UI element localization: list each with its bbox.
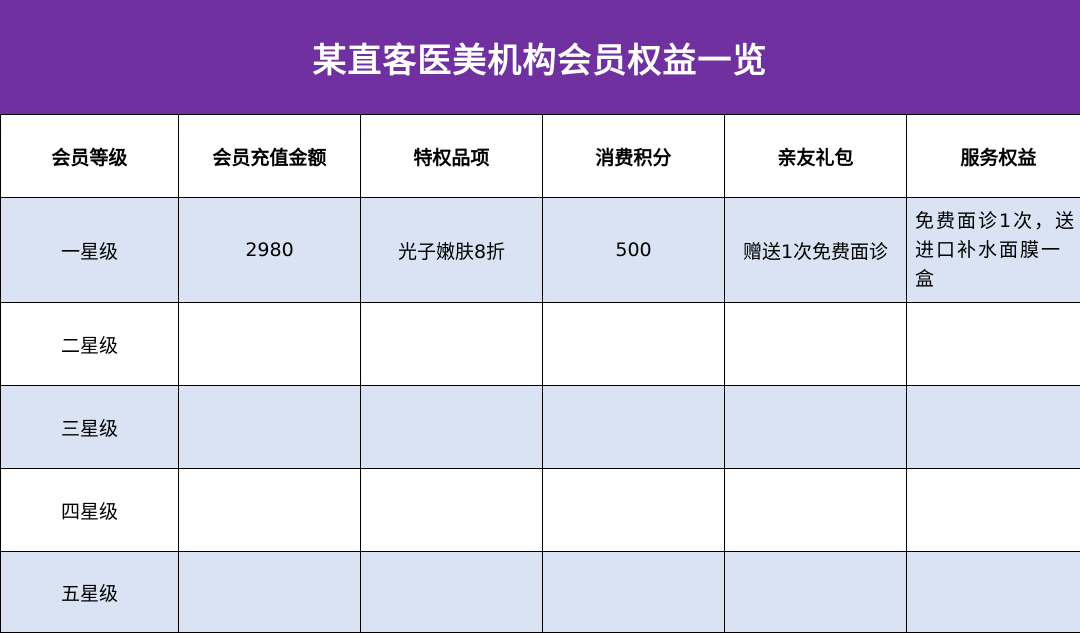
cell-service-benefits xyxy=(907,303,1080,386)
cell-privilege-items: 光子嫩肤8折 xyxy=(361,198,543,303)
cell-level: 三星级 xyxy=(1,386,179,469)
cell-friends-gift xyxy=(725,552,907,633)
cell-friends-gift xyxy=(725,469,907,552)
cell-privilege-items xyxy=(361,469,543,552)
header-recharge-amount: 会员充值金额 xyxy=(179,115,361,198)
cell-service-benefits xyxy=(907,386,1080,469)
cell-privilege-items xyxy=(361,303,543,386)
cell-level: 一星级 xyxy=(1,198,179,303)
header-level: 会员等级 xyxy=(1,115,179,198)
table-row: 四星级 xyxy=(1,469,1080,552)
cell-friends-gift xyxy=(725,303,907,386)
table-row: 一星级 2980 光子嫩肤8折 500 赠送1次免费面诊 免费面诊1次，送进口补… xyxy=(1,198,1080,303)
page-title: 某直客医美机构会员权益一览 xyxy=(313,33,768,82)
cell-recharge-amount xyxy=(179,303,361,386)
cell-service-benefits xyxy=(907,469,1080,552)
cell-recharge-amount xyxy=(179,552,361,633)
table-row: 二星级 xyxy=(1,303,1080,386)
header-service-benefits: 服务权益 xyxy=(907,115,1080,198)
cell-privilege-items xyxy=(361,386,543,469)
table-row: 五星级 xyxy=(1,552,1080,633)
table-row: 三星级 xyxy=(1,386,1080,469)
header-points: 消费积分 xyxy=(543,115,725,198)
cell-recharge-amount xyxy=(179,469,361,552)
title-bar: 某直客医美机构会员权益一览 xyxy=(0,0,1080,114)
cell-level: 四星级 xyxy=(1,469,179,552)
cell-recharge-amount xyxy=(179,386,361,469)
cell-friends-gift: 赠送1次免费面诊 xyxy=(725,198,907,303)
cell-level: 五星级 xyxy=(1,552,179,633)
cell-points xyxy=(543,469,725,552)
cell-points xyxy=(543,552,725,633)
table-header-row: 会员等级 会员充值金额 特权品项 消费积分 亲友礼包 服务权益 xyxy=(1,115,1080,198)
cell-service-benefits xyxy=(907,552,1080,633)
cell-service-benefits: 免费面诊1次，送进口补水面膜一盒 xyxy=(907,198,1080,303)
header-friends-gift: 亲友礼包 xyxy=(725,115,907,198)
cell-points xyxy=(543,303,725,386)
cell-privilege-items xyxy=(361,552,543,633)
header-privilege-items: 特权品项 xyxy=(361,115,543,198)
cell-recharge-amount: 2980 xyxy=(179,198,361,303)
cell-points xyxy=(543,386,725,469)
cell-level: 二星级 xyxy=(1,303,179,386)
cell-points: 500 xyxy=(543,198,725,303)
membership-benefits-table: 会员等级 会员充值金额 特权品项 消费积分 亲友礼包 服务权益 一星级 2980… xyxy=(0,114,1080,633)
cell-friends-gift xyxy=(725,386,907,469)
